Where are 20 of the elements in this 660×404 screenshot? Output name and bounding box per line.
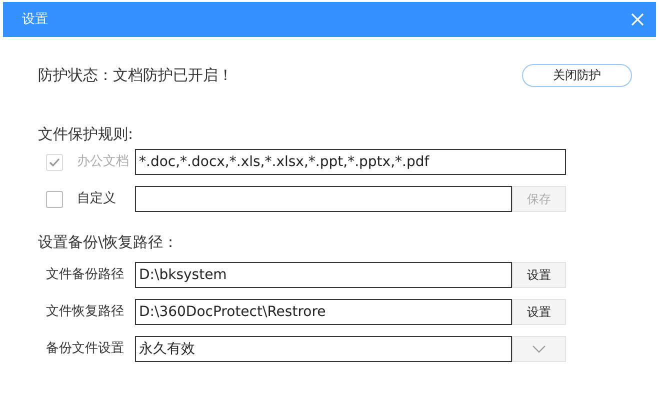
dropdown-field[interactable]: 永久有效 bbox=[135, 336, 512, 362]
field-label: 文件备份路径 bbox=[45, 266, 125, 284]
checkmark-icon bbox=[49, 158, 60, 166]
section-heading: 文件保护规则: bbox=[37, 124, 134, 145]
field-label: 备份文件设置 bbox=[45, 340, 125, 358]
input-field[interactable]: D:\bksystem bbox=[135, 262, 512, 288]
input-field[interactable]: D:\360DocProtect\Restrore bbox=[135, 299, 512, 325]
close-icon[interactable] bbox=[631, 13, 644, 26]
chevron-down-icon bbox=[532, 345, 546, 353]
section-heading: 设置备份\恢复路径： bbox=[37, 232, 180, 253]
close-protection-button[interactable]: 关闭防护 bbox=[522, 64, 632, 86]
window-title: 设置 bbox=[22, 10, 48, 29]
status-text: 防护状态：文档防护已开启！ bbox=[38, 64, 233, 86]
checkbox-label: 自定义 bbox=[77, 190, 116, 208]
input-field[interactable] bbox=[135, 186, 512, 212]
checkbox-label: 办公文档 bbox=[77, 153, 129, 172]
set-button[interactable]: 设置 bbox=[512, 262, 566, 288]
field-label: 文件恢复路径 bbox=[45, 303, 125, 322]
checkbox[interactable] bbox=[46, 190, 63, 208]
set-button[interactable]: 设置 bbox=[512, 299, 566, 325]
